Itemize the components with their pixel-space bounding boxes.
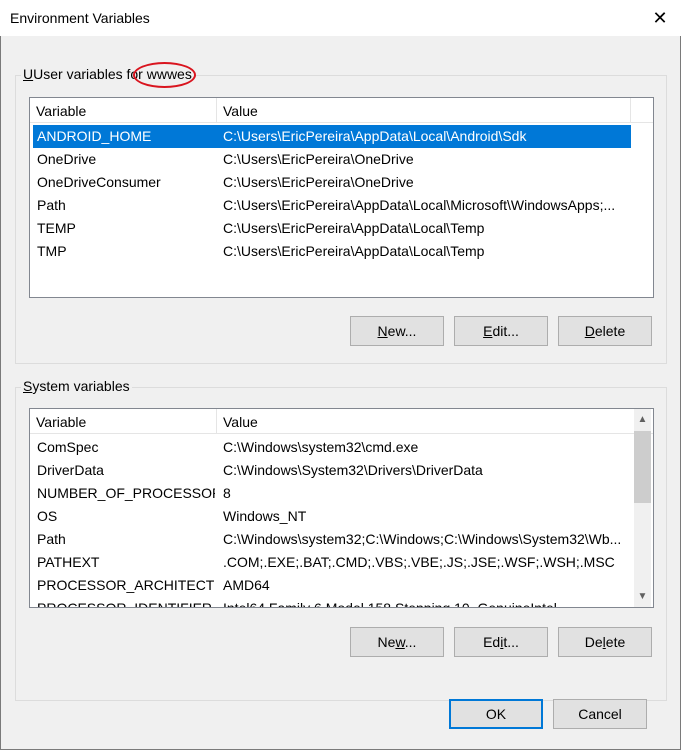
group-label-text: ystem variables: [32, 378, 130, 394]
variable-cell: OS: [37, 508, 58, 524]
value-cell: AMD64: [223, 577, 270, 593]
button-label: t...: [503, 634, 519, 650]
table-row[interactable]: DriverData C:\Windows\System32\Drivers\Dr…: [33, 459, 631, 482]
vertical-scrollbar[interactable]: ▲ ▼: [634, 409, 651, 607]
value-cell: 8: [223, 485, 231, 501]
user-edit-button[interactable]: Edit...: [454, 316, 548, 346]
button-label: ...: [404, 634, 417, 650]
value-cell: C:\Users\EricPereira\AppData\Local\Temp: [223, 243, 485, 259]
value-cell: C:\Users\EricPereira\OneDrive: [223, 151, 414, 167]
value-cell: C:\Windows\System32\Drivers\DriverData: [223, 462, 483, 478]
table-row[interactable]: TEMP C:\Users\EricPereira\AppData\Local\T…: [33, 217, 631, 240]
variable-cell: TMP: [37, 243, 67, 259]
value-cell: C:\Users\EricPereira\AppData\Local\Micro…: [223, 197, 616, 213]
table-row[interactable]: PROCESSOR_IDENTIFIER Intel64 Family 6 Mod…: [33, 597, 631, 608]
variable-cell: ANDROID_HOME: [37, 128, 152, 144]
user-variables-label-u: U: [23, 66, 34, 82]
user-variables-list[interactable]: Variable Value ANDROID_HOME C:\Users\Eric…: [29, 97, 654, 298]
system-edit-button[interactable]: Edit...: [454, 627, 548, 657]
user-new-button[interactable]: New...: [350, 316, 444, 346]
variable-cell: DriverData: [37, 462, 104, 478]
scrollbar-thumb[interactable]: [634, 431, 651, 503]
variable-cell: NUMBER_OF_PROCESSORS: [37, 485, 215, 501]
system-variables-list[interactable]: Variable Value ComSpec C:\Windows\system3…: [29, 408, 654, 608]
scroll-up-arrow-icon[interactable]: ▲: [634, 411, 651, 428]
table-row[interactable]: OS Windows_NT: [33, 505, 631, 528]
column-separator[interactable]: [630, 98, 631, 122]
table-row[interactable]: TMP C:\Users\EricPereira\AppData\Local\Te…: [33, 240, 631, 263]
list-header: Variable Value: [30, 98, 653, 123]
accel-key: w: [395, 634, 405, 650]
value-cell: C:\Users\EricPereira\AppData\Local\Temp: [223, 220, 485, 236]
button-label: ew...: [387, 323, 417, 339]
value-cell: C:\Windows\system32;C:\Windows;C:\Window…: [223, 531, 622, 547]
system-variables-label: System variables: [21, 378, 132, 394]
table-row[interactable]: PATHEXT .COM;.EXE;.BAT;.CMD;.VBS;.VBE;.JS…: [33, 551, 631, 574]
variable-cell: Path: [37, 197, 66, 213]
value-cell: Windows_NT: [223, 508, 307, 524]
table-row[interactable]: Path C:\Windows\system32;C:\Windows;C:\Wi…: [33, 528, 631, 551]
ok-button[interactable]: OK: [449, 699, 543, 729]
accel-key: N: [377, 323, 388, 339]
button-label: ete: [605, 634, 626, 650]
variable-cell: OneDriveConsumer: [37, 174, 161, 190]
value-cell: .COM;.EXE;.BAT;.CMD;.VBS;.VBE;.JS;.JSE;.…: [223, 554, 615, 570]
button-label: Ne: [377, 634, 396, 650]
variable-cell: PROCESSOR_ARCHITECTU...: [37, 577, 215, 593]
scroll-down-arrow-icon[interactable]: ▼: [634, 588, 651, 605]
accel-key: S: [23, 378, 33, 394]
table-row[interactable]: Path C:\Users\EricPereira\AppData\Local\M…: [33, 194, 631, 217]
variable-cell: OneDrive: [37, 151, 97, 167]
column-header-value[interactable]: Value: [217, 409, 630, 433]
list-header: Variable Value: [30, 409, 653, 434]
close-icon[interactable]: ✕: [650, 8, 670, 28]
column-header-variable[interactable]: Variable: [30, 409, 216, 433]
table-row[interactable]: OneDriveConsumer C:\Users\EricPereira\One…: [33, 171, 631, 194]
dialog-client: UUser variables for wwwes Variable Value…: [0, 36, 681, 750]
table-row[interactable]: NUMBER_OF_PROCESSORS 8: [33, 482, 631, 505]
variable-cell: PROCESSOR_IDENTIFIER: [37, 600, 213, 608]
user-variables-label-prefix: User variables for: [33, 66, 143, 82]
variable-cell: ComSpec: [37, 439, 99, 455]
button-label: dit...: [492, 323, 519, 339]
red-circle-annotation: [133, 62, 196, 88]
table-row[interactable]: OneDrive C:\Users\EricPereira\OneDrive: [33, 148, 631, 171]
variable-cell: TEMP: [37, 220, 76, 236]
column-header-value[interactable]: Value: [217, 98, 630, 122]
button-label: De: [584, 634, 603, 650]
table-row[interactable]: ComSpec C:\Windows\system32\cmd.exe: [33, 436, 631, 459]
system-delete-button[interactable]: Delete: [558, 627, 652, 657]
title-bar: Environment Variables ✕: [0, 0, 681, 36]
user-delete-button[interactable]: Delete: [558, 316, 652, 346]
value-cell: C:\Users\EricPereira\AppData\Local\Andro…: [223, 128, 527, 144]
system-new-button[interactable]: New...: [350, 627, 444, 657]
variable-cell: Path: [37, 531, 66, 547]
value-cell: Intel64 Family 6 Model 158 Stepping 10, …: [223, 600, 557, 608]
table-row[interactable]: PROCESSOR_ARCHITECTU... AMD64: [33, 574, 631, 597]
value-cell: C:\Users\EricPereira\OneDrive: [223, 174, 414, 190]
table-row[interactable]: ANDROID_HOME C:\Users\EricPereira\AppData…: [33, 125, 631, 148]
accel-key: D: [584, 323, 595, 339]
cancel-button[interactable]: Cancel: [553, 699, 647, 729]
button-label: elete: [594, 323, 626, 339]
value-cell: C:\Windows\system32\cmd.exe: [223, 439, 419, 455]
window-title: Environment Variables: [10, 10, 150, 26]
column-header-variable[interactable]: Variable: [30, 98, 216, 122]
variable-cell: PATHEXT: [37, 554, 100, 570]
button-label: Ed: [483, 634, 501, 650]
